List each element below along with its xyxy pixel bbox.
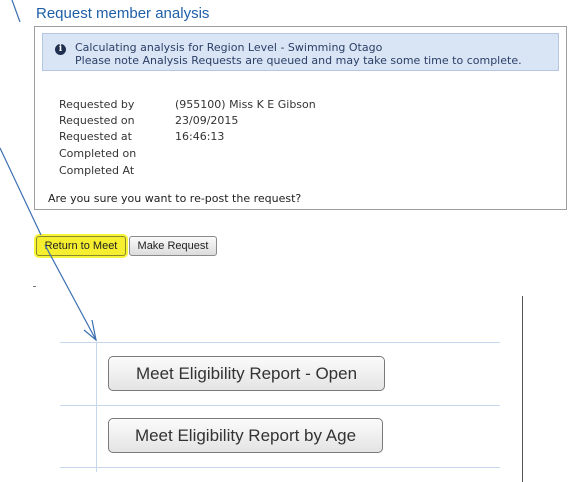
requested-at-value: 16:46:13 [175,130,225,143]
page-title: Request member analysis [36,5,210,22]
confirm-question: Are you sure you want to re-post the req… [48,192,302,205]
divider-mark [33,286,36,287]
make-request-button[interactable]: Make Request [129,236,217,256]
requested-at-label: Requested at [59,130,132,143]
table-row-divider [60,342,500,343]
requested-by-value: (955100) Miss K E Gibson [175,98,316,111]
table-row-divider [60,467,500,468]
requested-by-label: Requested by [59,98,135,111]
info-message-line-1: Calculating analysis for Region Level - … [75,41,383,54]
table-right-border [522,296,523,482]
requested-on-label: Requested on [59,114,135,127]
return-to-meet-button[interactable]: Return to Meet [36,236,126,256]
table-row-divider [60,405,500,406]
completed-at-label: Completed At [59,164,135,177]
info-icon: i [55,44,66,55]
completed-on-label: Completed on [59,147,137,160]
info-message-line-2: Please note Analysis Requests are queued… [75,54,522,67]
requested-on-value: 23/09/2015 [175,114,239,127]
request-panel: i Calculating analysis for Region Level … [34,26,567,210]
eligibility-report-by-age-button[interactable]: Meet Eligibility Report by Age [108,418,383,453]
table-column-divider [96,342,97,472]
eligibility-report-open-button[interactable]: Meet Eligibility Report - Open [108,356,385,391]
info-message-box: i Calculating analysis for Region Level … [42,33,559,71]
